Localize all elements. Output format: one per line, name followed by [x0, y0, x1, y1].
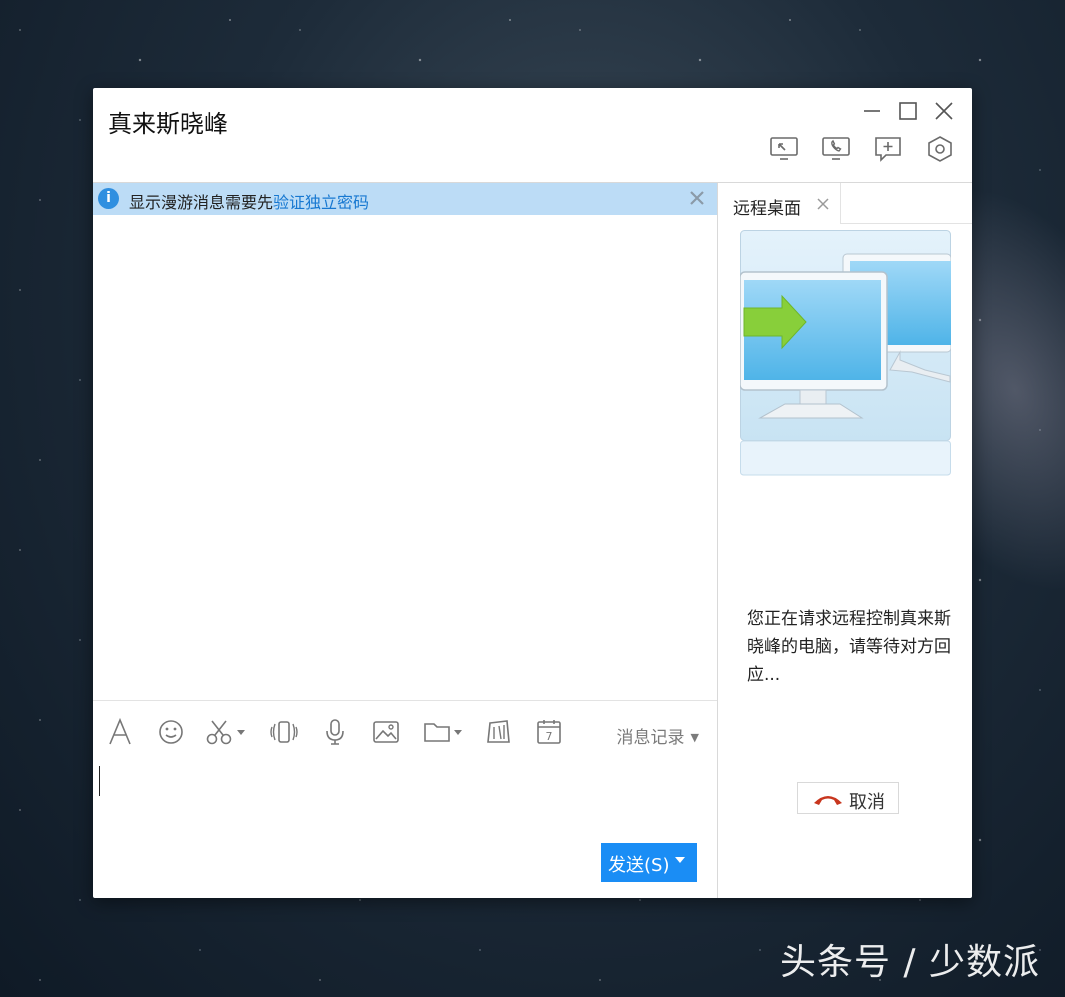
screenshot-icon[interactable] [205, 717, 247, 747]
shake-icon[interactable] [269, 717, 299, 747]
message-history-button[interactable]: 消息记录 ▼ [617, 723, 699, 748]
verify-password-link[interactable]: 验证独立密码 [273, 193, 369, 212]
cancel-request-button[interactable]: 取消 [797, 782, 899, 814]
font-icon[interactable] [107, 717, 133, 747]
text-caret [99, 766, 100, 796]
chat-window: 真来斯晓峰 i 显示漫游消息需要先验证独立密码 7 消息记录 ▼ 发送(S) 远… [93, 88, 972, 898]
minimize-button[interactable] [861, 100, 883, 122]
settings-icon[interactable] [925, 135, 955, 163]
notice-close-icon[interactable] [687, 188, 707, 208]
info-icon: i [98, 188, 119, 209]
add-to-group-icon[interactable] [873, 135, 903, 163]
input-toolbar: 7 消息记录 ▼ [93, 700, 717, 761]
side-panel: 远程桌面 您正在请求远程控制真来斯晓峰的电脑，请等待对方回应... 取消 [718, 183, 972, 898]
window-title: 真来斯晓峰 [108, 110, 228, 138]
calendar-icon[interactable]: 7 [535, 717, 563, 747]
folder-icon[interactable] [423, 717, 465, 747]
title-bar: 真来斯晓峰 [93, 88, 972, 183]
voice-call-icon[interactable] [821, 135, 851, 163]
gift-icon[interactable] [485, 717, 513, 747]
tab-label: 远程桌面 [733, 199, 801, 219]
image-icon[interactable] [372, 717, 400, 747]
svg-text:7: 7 [546, 730, 553, 743]
message-history-label: 消息记录 [616, 728, 685, 748]
emoji-icon[interactable] [157, 717, 185, 747]
voice-icon[interactable] [323, 717, 347, 747]
tab-remote-desktop[interactable]: 远程桌面 [718, 183, 841, 224]
cancel-label: 取消 [849, 792, 885, 813]
notice-message: 显示漫游消息需要先 [129, 193, 274, 212]
chat-panel: i 显示漫游消息需要先验证独立密码 7 消息记录 ▼ 发送(S) [93, 183, 717, 898]
close-button[interactable] [933, 100, 955, 122]
message-input[interactable]: 发送(S) [93, 760, 717, 898]
roaming-notice-bar: i 显示漫游消息需要先验证独立密码 [93, 183, 717, 215]
send-button[interactable]: 发送(S) [601, 843, 697, 882]
remote-desktop-icon[interactable] [769, 135, 799, 163]
notice-text: 显示漫游消息需要先验证独立密码 [129, 189, 369, 213]
maximize-button[interactable] [897, 100, 919, 122]
tab-baseline [840, 223, 972, 224]
hang-up-icon [812, 792, 844, 810]
close-tab-icon[interactable] [815, 196, 831, 212]
remote-desktop-illustration [739, 230, 952, 476]
watermark-text: 头条号 / 少数派 [779, 942, 1040, 983]
chevron-down-icon: ▼ [690, 731, 699, 744]
send-label: 发送(S) [608, 855, 670, 876]
message-history-area[interactable] [93, 215, 717, 700]
send-options-dropdown-icon[interactable] [675, 857, 685, 863]
remote-request-status: 您正在请求远程控制真来斯晓峰的电脑，请等待对方回应... [747, 609, 951, 685]
